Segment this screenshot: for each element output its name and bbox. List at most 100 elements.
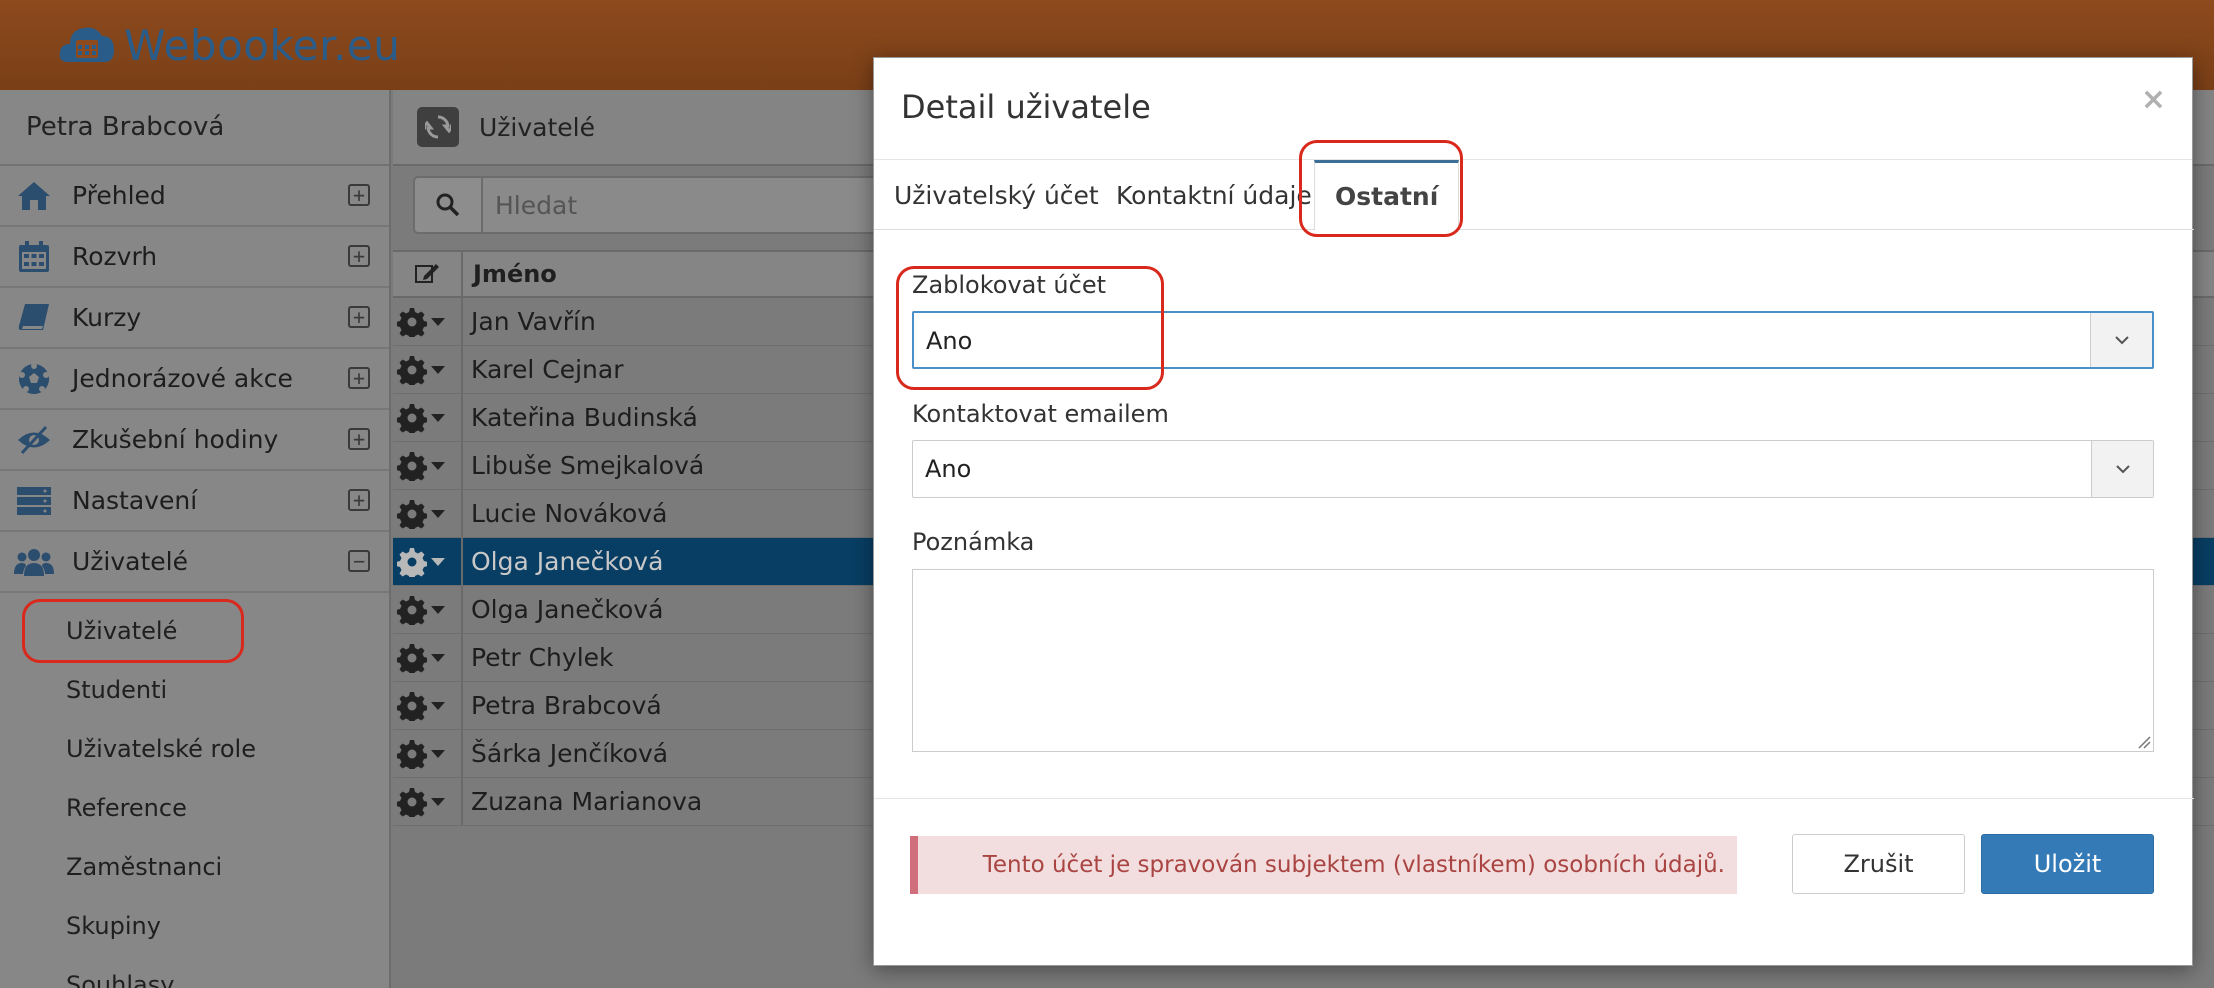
sidebar-item-rozvrh[interactable]: Rozvrh + xyxy=(0,227,389,288)
user-name-cell: Petra Brabcová xyxy=(471,691,662,720)
subnav-item-souhlasy[interactable]: Souhlasy xyxy=(0,955,389,988)
user-name-cell: Libuše Smejkalová xyxy=(471,451,705,480)
resize-handle-icon xyxy=(2138,736,2151,749)
user-name-cell: Zuzana Marianova xyxy=(471,787,703,816)
tab-kontaktni-udaje[interactable]: Kontaktní údaje xyxy=(1116,160,1312,230)
gear-icon xyxy=(397,643,427,673)
gear-icon xyxy=(397,739,427,769)
row-actions-button[interactable] xyxy=(393,634,463,681)
sidebar-item-uzivatele[interactable]: Uživatelé − xyxy=(0,532,389,593)
column-header-name[interactable]: Jméno xyxy=(473,260,557,288)
collapse-icon[interactable]: − xyxy=(348,550,370,572)
subnav-item-label: Zaměstnanci xyxy=(66,852,223,881)
sidebar-item-prehled[interactable]: Přehled + xyxy=(0,166,389,227)
logo[interactable]: Webooker.eu xyxy=(58,16,400,74)
soccer-ball-icon xyxy=(14,359,54,399)
sidebar-item-nastaveni[interactable]: Nastavení + xyxy=(0,471,389,532)
row-actions-button[interactable] xyxy=(393,730,463,777)
subnav-item-label: Uživatelské role xyxy=(66,734,256,763)
contact-email-select[interactable]: Ano xyxy=(912,440,2154,498)
gear-icon xyxy=(397,355,427,385)
subnav-item-label: Studenti xyxy=(66,675,168,704)
modal-footer: Tento účet je spravován subjektem (vlast… xyxy=(874,798,2194,967)
user-name-cell: Petr Chylek xyxy=(471,643,614,672)
caret-down-icon xyxy=(431,701,445,710)
row-actions-button[interactable] xyxy=(393,682,463,729)
save-button[interactable]: Uložit xyxy=(1981,834,2154,894)
subnav-item-label: Souhlasy xyxy=(66,970,175,988)
caret-down-icon xyxy=(431,653,445,662)
row-actions-button[interactable] xyxy=(393,778,463,825)
cancel-button[interactable]: Zrušit xyxy=(1792,834,1965,894)
note-textarea[interactable] xyxy=(912,569,2154,752)
user-name-cell: Šárka Jenčíková xyxy=(471,739,669,768)
row-actions-button[interactable] xyxy=(393,586,463,633)
logo-text: Webooker.eu xyxy=(124,20,401,70)
row-actions-button[interactable] xyxy=(393,394,463,441)
row-actions-button[interactable] xyxy=(393,346,463,393)
tab-uzivatelsky-ucet[interactable]: Uživatelský účet xyxy=(894,160,1099,230)
caret-down-icon xyxy=(431,797,445,806)
highlight-annotation xyxy=(896,266,1164,390)
server-icon xyxy=(14,481,54,521)
gear-icon xyxy=(397,691,427,721)
highlight-annotation xyxy=(1299,140,1463,237)
contact-email-label: Kontaktovat emailem xyxy=(912,400,1169,428)
managed-account-alert: Tento účet je spravován subjektem (vlast… xyxy=(910,836,1737,894)
caret-down-icon xyxy=(431,413,445,422)
user-name-cell: Jan Vavřín xyxy=(471,307,596,336)
book-icon xyxy=(14,298,54,338)
modal-tabs: Uživatelský účet Kontaktní údaje Ostatní xyxy=(874,160,2194,231)
close-icon[interactable]: × xyxy=(2141,82,2166,117)
caret-down-icon xyxy=(431,317,445,326)
edit-column-header xyxy=(393,252,463,296)
row-actions-button[interactable] xyxy=(393,442,463,489)
gear-icon xyxy=(397,499,427,529)
caret-down-icon xyxy=(431,749,445,758)
expand-icon[interactable]: + xyxy=(348,245,370,267)
calendar-cloud-icon xyxy=(58,20,116,70)
sidebar-item-jednorazove-akce[interactable]: Jednorázové akce + xyxy=(0,349,389,410)
row-actions-button[interactable] xyxy=(393,538,463,585)
row-actions-button[interactable] xyxy=(393,298,463,345)
search-button[interactable] xyxy=(413,176,483,234)
expand-icon[interactable]: + xyxy=(348,489,370,511)
home-icon xyxy=(14,176,54,216)
sidebar-item-label: Rozvrh xyxy=(72,242,158,271)
sidebar-item-label: Zkušební hodiny xyxy=(72,425,279,454)
subnav-item-zamestnanci[interactable]: Zaměstnanci xyxy=(0,837,389,896)
sidebar-user-name: Petra Brabcová xyxy=(0,90,389,166)
sidebar: Petra Brabcová Přehled + Rozvrh + Kurzy … xyxy=(0,90,391,988)
sidebar-item-label: Přehled xyxy=(72,181,166,210)
user-name-cell: Lucie Nováková xyxy=(471,499,668,528)
subnav-item-uzivatelske-role[interactable]: Uživatelské role xyxy=(0,719,389,778)
expand-icon[interactable]: + xyxy=(348,184,370,206)
modal-header: Detail uživatele × xyxy=(874,58,2192,160)
subnav-item-reference[interactable]: Reference xyxy=(0,778,389,837)
user-detail-modal: Detail uživatele × Uživatelský účet Kont… xyxy=(873,57,2194,967)
sidebar-item-zkusebni-hodiny[interactable]: Zkušební hodiny + xyxy=(0,410,389,471)
expand-icon[interactable]: + xyxy=(348,367,370,389)
select-value: Ano xyxy=(925,455,972,483)
caret-down-icon xyxy=(431,365,445,374)
subnav-item-skupiny[interactable]: Skupiny xyxy=(0,896,389,955)
refresh-icon xyxy=(425,115,451,139)
sidebar-item-label: Nastavení xyxy=(72,486,198,515)
sidebar-item-kurzy[interactable]: Kurzy + xyxy=(0,288,389,349)
caret-down-icon xyxy=(431,557,445,566)
refresh-button[interactable] xyxy=(417,107,459,147)
subnav-item-uzivatele[interactable]: Uživatelé xyxy=(0,599,389,663)
user-name-cell: Karel Cejnar xyxy=(471,355,624,384)
gear-icon xyxy=(397,595,427,625)
expand-icon[interactable]: + xyxy=(348,306,370,328)
chevron-down-icon[interactable] xyxy=(2090,313,2152,367)
chevron-down-icon[interactable] xyxy=(2091,441,2153,497)
sidebar-subnav: Uživatelé Studenti Uživatelské role Refe… xyxy=(0,593,389,988)
subnav-item-studenti[interactable]: Studenti xyxy=(0,660,389,719)
expand-icon[interactable]: + xyxy=(348,428,370,450)
caret-down-icon xyxy=(431,509,445,518)
caret-down-icon xyxy=(431,605,445,614)
sidebar-item-label: Kurzy xyxy=(72,303,142,332)
sidebar-item-label: Jednorázové akce xyxy=(72,364,293,393)
row-actions-button[interactable] xyxy=(393,490,463,537)
